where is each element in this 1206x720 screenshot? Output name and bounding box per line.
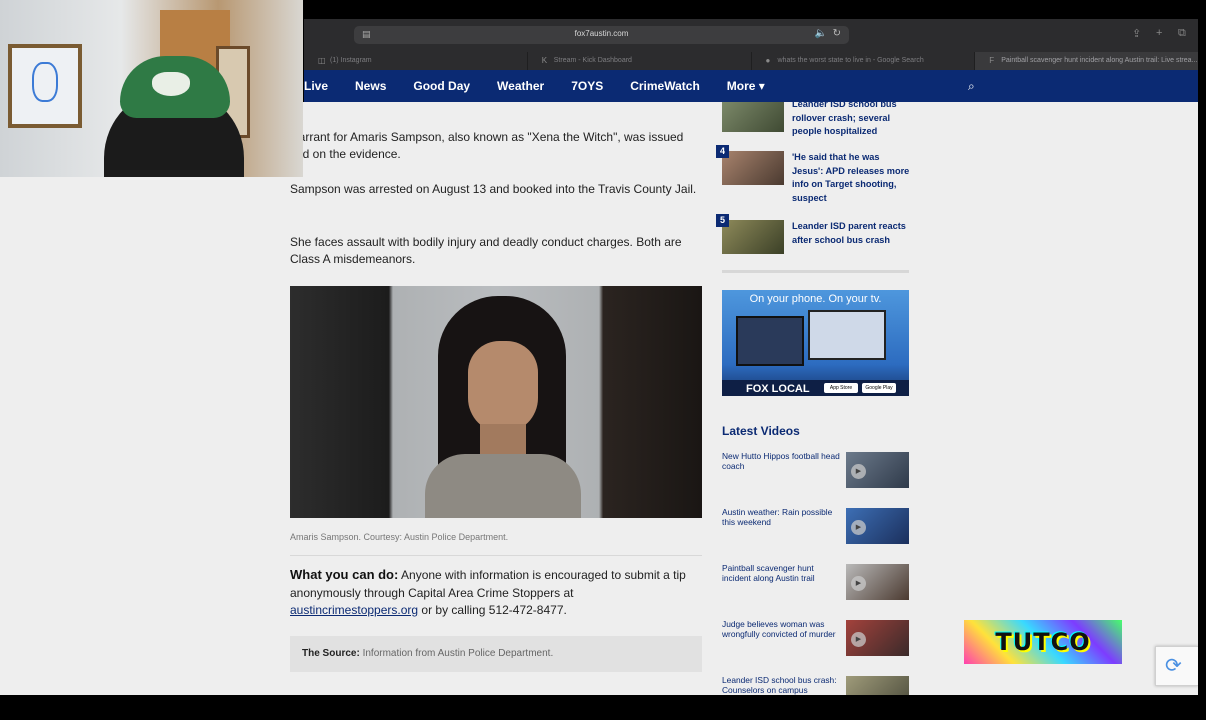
photo-subject-face	[468, 341, 538, 433]
video-thumbnail[interactable]: ▶	[846, 564, 909, 600]
wall-picture	[8, 44, 82, 128]
tab-label: (1) Instagram	[330, 57, 372, 64]
tab-bar: ◫ (1) Instagram K Stream - Kick Dashboar…	[304, 52, 1198, 70]
tab-fox7-article[interactable]: F Paintball scavenger hunt incident alon…	[974, 52, 1198, 70]
latest-videos-heading: Latest Videos	[722, 424, 800, 438]
tip-heading: What you can do:	[290, 567, 399, 582]
recaptcha-icon: ⟳	[1165, 655, 1182, 677]
fox-icon: F	[989, 56, 995, 65]
play-icon[interactable]: ▶	[851, 464, 866, 479]
nav-weather[interactable]: Weather	[497, 70, 544, 102]
nav-crimewatch[interactable]: CrimeWatch	[630, 70, 700, 102]
crimestoppers-link[interactable]: austincrimestoppers.org	[290, 603, 418, 617]
share-icon[interactable]: ⇪	[1132, 27, 1141, 40]
tab-google-search[interactable]: ● whats the worst state to live in - Goo…	[750, 52, 975, 70]
google-icon: ●	[765, 56, 771, 65]
trending-thumbnail[interactable]	[722, 151, 784, 185]
tab-overview-icon[interactable]: ⧉	[1178, 27, 1186, 40]
source-box: The Source: Information from Austin Poli…	[290, 636, 702, 672]
trending-thumbnail[interactable]	[722, 102, 784, 132]
nav-7oys[interactable]: 7OYS	[571, 70, 603, 102]
site-nav: Live News Good Day Weather 7OYS CrimeWat…	[304, 70, 1198, 102]
nav-more[interactable]: More ▾	[727, 70, 765, 102]
trending-rank: 4	[716, 145, 729, 158]
article-paragraph: She faces assault with bodily injury and…	[290, 235, 682, 266]
photo-caption: Amaris Sampson. Courtesy: Austin Police …	[290, 532, 509, 542]
webcam-overlay	[0, 0, 303, 177]
tab-kick-dashboard[interactable]: K Stream - Kick Dashboard	[526, 52, 751, 70]
video-thumbnail[interactable]	[846, 676, 909, 695]
source-label: The Source:	[302, 648, 360, 659]
video-thumbnail[interactable]: ▶	[846, 452, 909, 488]
recaptcha-badge[interactable]: ⟳	[1155, 646, 1198, 686]
kick-icon: K	[541, 56, 548, 65]
video-title[interactable]: New Hutto Hippos football head coach	[722, 451, 842, 471]
video-title[interactable]: Paintball scavenger hunt incident along …	[722, 563, 842, 583]
nav-good-day[interactable]: Good Day	[413, 70, 470, 102]
trending-item[interactable]: 4 'He said that he was Jesus': APD relea…	[716, 145, 909, 203]
play-icon[interactable]: ▶	[851, 520, 866, 535]
video-title[interactable]: Austin weather: Rain possible this weeke…	[722, 507, 842, 527]
tab-instagram[interactable]: ◫ (1) Instagram	[304, 52, 527, 70]
ad-headline: On your phone. On your tv.	[749, 293, 882, 305]
stream-logo-overlay: TUTCO	[964, 620, 1122, 664]
trending-thumbnail[interactable]	[722, 220, 784, 254]
trending-item[interactable]: 5 Leander ISD parent reacts after school…	[716, 214, 910, 260]
tab-label: whats the worst state to live in - Googl…	[777, 57, 924, 64]
photo-subject-shirt	[425, 454, 581, 518]
trending-title[interactable]: 'He said that he was Jesus': APD release…	[792, 151, 910, 205]
page-content: warrant for Amaris Sampson, also known a…	[0, 102, 1198, 695]
tv-graphic	[808, 310, 886, 360]
video-title[interactable]: Judge believes woman was wrongfully conv…	[722, 619, 842, 639]
wall-picture-art	[32, 62, 58, 102]
source-text: Information from Austin Police Departmen…	[362, 648, 554, 659]
address-bar[interactable]: ▤ fox7austin.com 🔈 ↻	[354, 26, 849, 44]
google-play-badge[interactable]: Google Play	[862, 383, 896, 393]
search-icon[interactable]: ⌕	[968, 79, 975, 94]
play-icon[interactable]: ▶	[851, 576, 866, 591]
tab-label: Paintball scavenger hunt incident along …	[1001, 57, 1198, 64]
video-item[interactable]: Austin weather: Rain possible this weeke…	[722, 507, 909, 544]
trending-item[interactable]: Leander ISD school bus rollover crash; s…	[722, 102, 909, 138]
fox-local-ad[interactable]: On your phone. On your tv. FOX LOCAL App…	[722, 290, 909, 396]
trending-rank: 5	[716, 214, 729, 227]
nav-live[interactable]: Live	[304, 70, 328, 102]
video-item[interactable]: New Hutto Hippos football head coach ▶	[722, 451, 909, 488]
audio-playing-icon[interactable]: 🔈	[815, 28, 827, 39]
reload-icon[interactable]: ↻	[833, 28, 841, 39]
trending-title[interactable]: Leander ISD school bus rollover crash; s…	[792, 102, 910, 139]
stream-logo-text: TUTCO	[995, 628, 1091, 656]
play-icon[interactable]: ▶	[851, 632, 866, 647]
browser-chrome: ▤ fox7austin.com 🔈 ↻ ⇪ + ⧉ ◫ (1) Instagr…	[304, 19, 1198, 70]
tip-paragraph: What you can do: Anyone with information…	[290, 566, 702, 620]
video-title[interactable]: Leander ISD school bus crash: Counselors…	[722, 675, 842, 695]
screen: ▤ fox7austin.com 🔈 ↻ ⇪ + ⧉ ◫ (1) Instagr…	[0, 0, 1206, 720]
article-paragraph: Sampson was arrested on August 13 and bo…	[290, 182, 697, 196]
instagram-icon: ◫	[318, 56, 326, 65]
nav-news[interactable]: News	[355, 70, 386, 102]
article-photo[interactable]	[290, 286, 702, 518]
trending-title[interactable]: Leander ISD parent reacts after school b…	[792, 220, 910, 247]
tablet-graphic	[736, 316, 804, 366]
new-tab-icon[interactable]: +	[1156, 27, 1162, 39]
url-text: fox7austin.com	[574, 29, 629, 38]
app-store-badge[interactable]: App Store	[824, 383, 858, 393]
fox-local-logo: FOX LOCAL	[746, 383, 810, 395]
video-item[interactable]: Leander ISD school bus crash: Counselors…	[722, 675, 909, 695]
divider	[290, 555, 702, 556]
tab-label: Stream - Kick Dashboard	[553, 57, 632, 64]
tip-tail: or by calling 512-472-8477.	[421, 603, 567, 617]
cap-logo	[152, 72, 190, 96]
divider	[722, 270, 909, 273]
video-thumbnail[interactable]: ▶	[846, 508, 909, 544]
video-item[interactable]: Judge believes woman was wrongfully conv…	[722, 619, 909, 656]
video-thumbnail[interactable]: ▶	[846, 620, 909, 656]
video-item[interactable]: Paintball scavenger hunt incident along …	[722, 563, 909, 600]
article-paragraph: warrant for Amaris Sampson, also known a…	[290, 130, 684, 161]
